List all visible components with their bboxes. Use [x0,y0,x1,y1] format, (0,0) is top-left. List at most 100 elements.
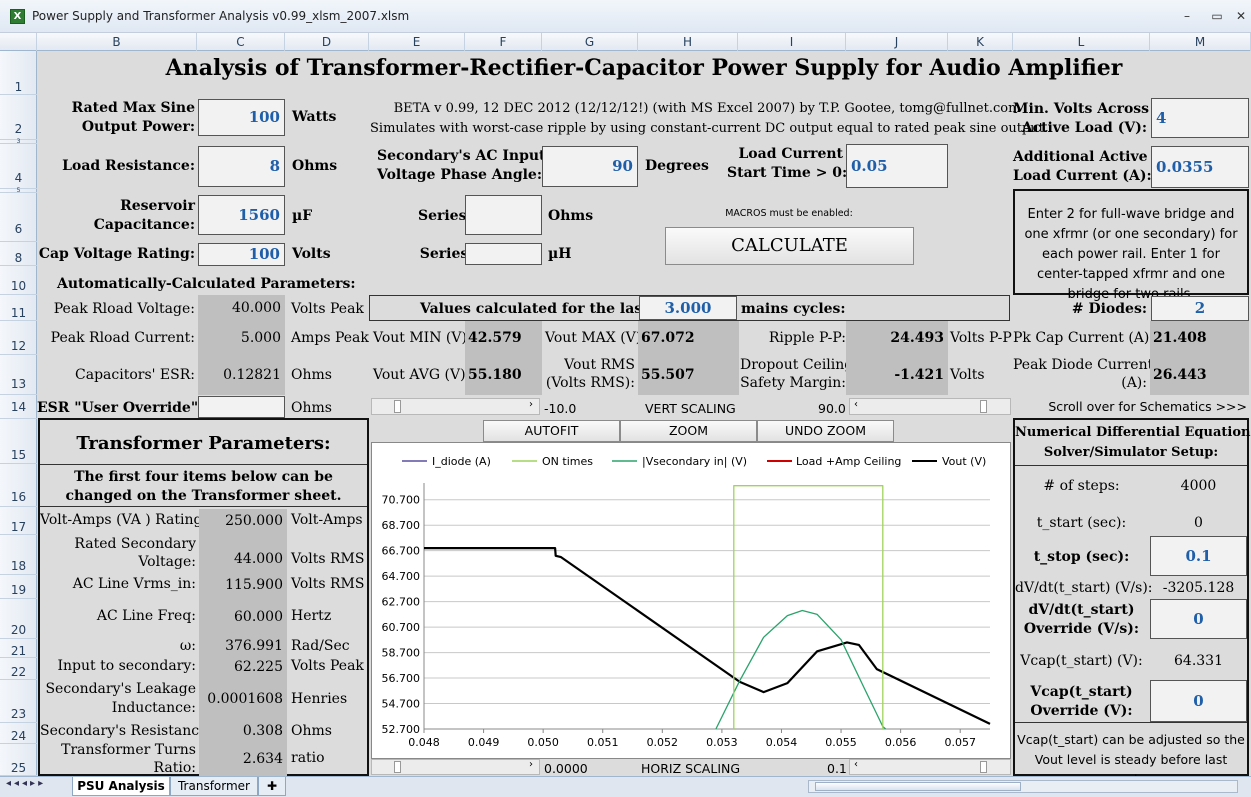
t-stop-input[interactable]: 0.1 [1150,536,1247,576]
diodes-input[interactable]: 2 [1151,296,1249,321]
column-header-e[interactable]: E [369,33,465,51]
column-header-j[interactable]: J [846,33,948,51]
t-stop-label: t_stop (sec): [1033,549,1130,565]
column-header-f[interactable]: F [465,33,542,51]
zoom-button[interactable]: ZOOM [620,420,757,442]
column-header-d[interactable]: D [285,33,369,51]
row-header[interactable]: 21 [0,639,37,658]
column-header-h[interactable]: H [638,33,738,51]
scroll-thumb[interactable] [394,400,401,413]
transformer-row-unit: Rad/Sec [291,638,350,654]
scroll-note[interactable]: Scroll over for Schematics >>> [1013,399,1247,414]
calculate-button[interactable]: CALCULATE [665,227,914,265]
row-header[interactable]: 1 [0,51,37,95]
row-header[interactable]: 20 [0,599,37,639]
autofit-button[interactable]: AUTOFIT [483,420,620,442]
load-current-start-input[interactable]: 0.05 [846,144,948,188]
additional-current-input[interactable]: 0.0355 [1151,146,1249,188]
row-header[interactable]: 8 [0,242,37,266]
load-current-start-label-line1: Load Current [738,146,843,162]
load-resistance-input[interactable]: 8 [198,146,285,187]
transformer-row-unit: Hertz [291,608,332,624]
horizontal-scrollbar[interactable] [808,780,1238,793]
y-tick-label: 64.700 [382,570,421,583]
load-current-start-label-line2: Start Time > 0: [727,165,848,181]
esr-override-input[interactable] [198,396,285,418]
t-start-value[interactable]: 0 [1150,515,1247,531]
y-tick-label: 52.700 [382,723,421,736]
row-header[interactable]: 18 [0,535,37,575]
row-header[interactable]: 10 [0,266,37,295]
x-tick-label: 0.054 [766,736,798,749]
cycles-input[interactable]: 3.000 [639,296,737,320]
min-volts-input[interactable]: 4 [1151,98,1249,138]
vert-max-scrollbar[interactable]: ‹ [849,398,1011,415]
column-header-m[interactable]: M [1150,33,1251,51]
phase-angle-input[interactable]: 90 [542,146,638,187]
row-header[interactable]: 22 [0,658,37,680]
scroll-left-arrow-icon[interactable]: ‹ [854,399,858,410]
row-header[interactable]: 17 [0,507,37,535]
x-tick-label: 0.051 [587,736,619,749]
column-header-b[interactable]: B [37,33,197,51]
row-header[interactable]: 23 [0,680,37,723]
steps-value[interactable]: 4000 [1150,478,1247,494]
transformer-row: Secondary's Resistance: 0.308 Ohms [40,721,367,742]
row-header[interactable]: 25 [0,744,37,776]
scroll-left-arrow-icon[interactable]: ‹ [854,759,858,770]
row-header[interactable]: 19 [0,575,37,599]
x-tick-label: 0.049 [468,736,500,749]
vcap-override-input[interactable]: 0 [1150,680,1247,722]
series-dl-input[interactable] [465,243,542,265]
row-header[interactable]: 13 [0,355,37,395]
reservoir-cap-input[interactable]: 1560 [198,195,285,235]
tab-psu-analysis[interactable]: PSU Analysis [72,777,170,796]
vert-min-scrollbar[interactable]: › [371,398,540,415]
dvdt-override-input[interactable]: 0 [1150,599,1247,639]
vout-rms-label-line2: (Volts RMS): [545,375,635,391]
close-button[interactable]: ✕ [1227,6,1251,26]
select-all-corner[interactable] [0,33,37,51]
row-header[interactable]: 12 [0,321,37,355]
scroll-right-arrow-icon[interactable]: › [529,399,533,410]
row-header[interactable]: 2 [0,95,37,140]
row-header[interactable]: 6 [0,193,37,242]
scroll-thumb[interactable] [980,761,987,773]
column-header-c[interactable]: C [197,33,285,51]
transformer-row-value: 376.991 [199,637,287,656]
rated-power-input[interactable]: 100 [198,99,285,136]
row-header[interactable]: 24 [0,723,37,744]
column-header-k[interactable]: K [948,33,1013,51]
undo-zoom-button[interactable]: UNDO ZOOM [757,420,894,442]
series-dr-input[interactable] [465,195,542,235]
scroll-thumb[interactable] [394,761,401,773]
x-tick-label: 0.048 [408,736,440,749]
beta-line-2: Simulates with worst-case ripple by usin… [370,121,1049,136]
scroll-right-arrow-icon[interactable]: › [529,759,533,770]
row-header[interactable]: 16 [0,464,37,507]
chart-svg: I_diode (A) ON times |Vsecondary in| (V)… [382,455,991,749]
column-header-g[interactable]: G [542,33,638,51]
row-header[interactable]: 11 [0,295,37,321]
column-header-l[interactable]: L [1013,33,1150,51]
row-header[interactable]: 14 [0,395,37,419]
minimize-button[interactable]: – [1173,6,1201,26]
column-header-i[interactable]: I [738,33,846,51]
x-tick-label: 0.055 [825,736,857,749]
transformer-row-unit: Volt-Amps [291,512,363,528]
simulation-chart[interactable]: I_diode (A) ON times |Vsecondary in| (V)… [371,442,1011,759]
transformer-row-value: 62.225 [199,656,287,678]
row-header[interactable]: 4 [0,144,37,189]
y-tick-label: 70.700 [382,494,421,507]
row-header[interactable]: 15 [0,419,37,464]
tab-transformer[interactable]: Transformer [170,777,258,796]
reservoir-cap-label: Reservoir Capacitance: [37,197,195,235]
cap-voltage-input[interactable]: 100 [198,243,285,266]
horiz-min-scrollbar[interactable]: › [371,759,540,775]
vout-max-label: Vout MAX (V): [545,330,646,346]
insert-sheet-icon[interactable]: ✚ [258,777,286,796]
scroll-thumb[interactable] [980,400,987,413]
scroll-thumb[interactable] [815,782,1021,791]
tab-navigation-arrows-icon[interactable]: ◂◂◂▸▸ [6,778,46,789]
horiz-max-scrollbar[interactable]: ‹ [849,759,1011,775]
